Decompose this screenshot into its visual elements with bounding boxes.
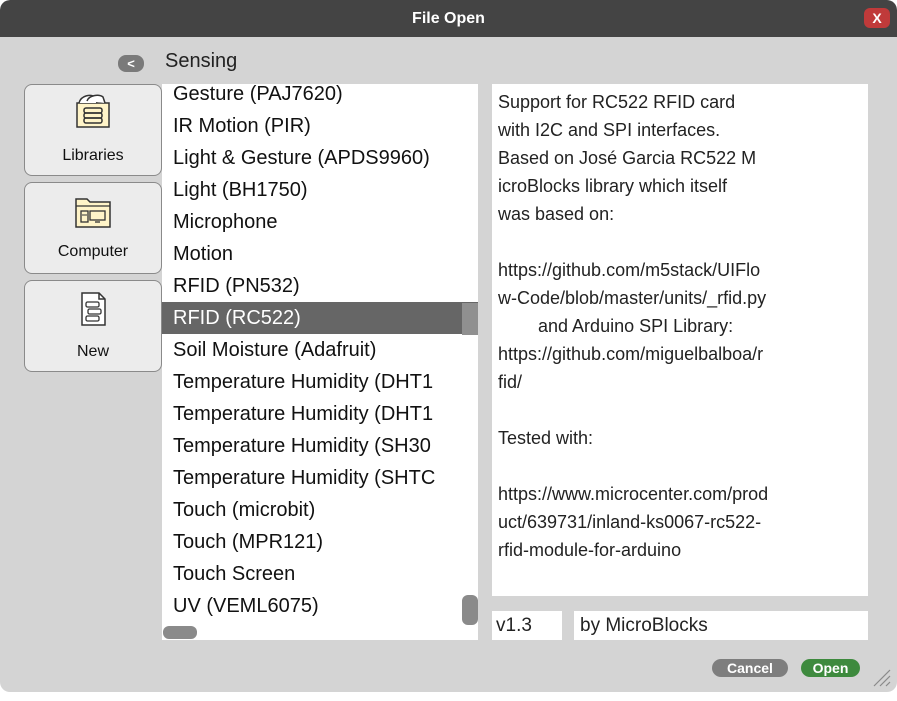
list-item[interactable]: Light & Gesture (APDS9960) (162, 142, 478, 174)
new-file-icon (81, 292, 106, 326)
open-button[interactable]: Open (801, 659, 860, 677)
selected-row-scroll-segment (462, 303, 478, 335)
file-list[interactable]: Gesture (PAJ7620) IR Motion (PIR) Light … (162, 84, 478, 640)
list-item[interactable]: Temperature Humidity (DHT1 (162, 366, 478, 398)
list-item[interactable]: Temperature Humidity (SHTC (162, 462, 478, 494)
list-item[interactable]: Temperature Humidity (SH30 (162, 430, 478, 462)
libraries-button[interactable]: Libraries (24, 84, 162, 176)
list-item[interactable]: Touch (microbit) (162, 494, 478, 526)
author-field: by MicroBlocks (574, 611, 868, 640)
list-item[interactable]: Gesture (PAJ7620) (162, 84, 478, 110)
list-horizontal-scrollbar[interactable] (163, 626, 197, 639)
list-vertical-scrollbar[interactable] (462, 595, 478, 625)
list-item[interactable]: Temperature Humidity (DHT1 (162, 398, 478, 430)
list-item[interactable]: IR Motion (PIR) (162, 110, 478, 142)
list-item[interactable]: Touch Screen (162, 558, 478, 590)
list-item[interactable]: Soil Moisture (Adafruit) (162, 334, 478, 366)
cancel-button[interactable]: Cancel (712, 659, 788, 677)
libraries-label: Libraries (62, 147, 124, 164)
folder-title: Sensing (165, 50, 238, 72)
back-button[interactable]: < (118, 55, 144, 72)
library-description: Support for RC522 RFID card with I2C and… (498, 92, 769, 560)
computer-label: Computer (57, 243, 129, 260)
computer-folder-icon (75, 198, 111, 228)
list-item[interactable]: Motion (162, 238, 478, 270)
computer-button[interactable]: Computer (24, 182, 162, 274)
version-field: v1.3 (492, 611, 562, 640)
close-button[interactable]: X (864, 8, 890, 28)
new-button[interactable]: New (24, 280, 162, 372)
dialog-title: File Open (412, 10, 485, 27)
resize-grip-icon[interactable] (868, 664, 892, 688)
list-item[interactable]: RFID (PN532) (162, 270, 478, 302)
list-item-selected[interactable]: RFID (RC522) (162, 302, 478, 334)
new-label: New (76, 343, 109, 360)
list-item[interactable]: Touch (MPR121) (162, 526, 478, 558)
list-item[interactable]: UV (VEML6075) (162, 590, 478, 622)
list-item[interactable]: Microphone (162, 206, 478, 238)
libraries-folder-icon (76, 94, 110, 128)
list-item[interactable]: Light (BH1750) (162, 174, 478, 206)
file-open-dialog: File Open X < Sensing Libraries Computer (0, 0, 897, 692)
description-panel: Support for RC522 RFID card with I2C and… (492, 84, 868, 596)
